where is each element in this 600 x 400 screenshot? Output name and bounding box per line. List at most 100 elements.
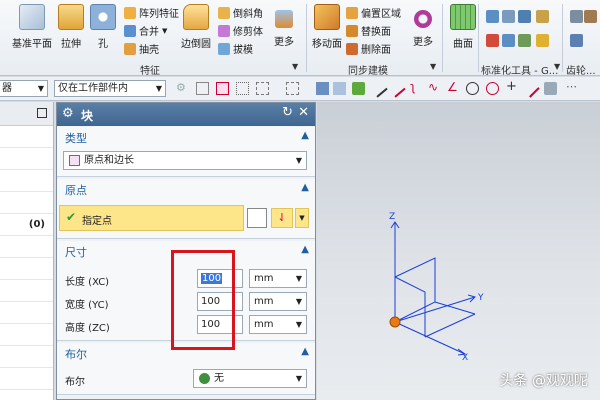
gear-tool-icon[interactable] — [584, 10, 597, 23]
midpoint-snap-icon[interactable] — [387, 79, 406, 98]
group-standard-expand-icon[interactable]: ▼ — [554, 62, 560, 71]
spline-snap-icon[interactable]: ∿ — [428, 80, 441, 94]
type-filter-combo[interactable]: 器 ▼ — [0, 80, 48, 97]
gear-icon[interactable]: ⚙ — [62, 106, 74, 121]
type-section-title: 类型 — [65, 132, 87, 145]
list-item[interactable] — [0, 346, 53, 368]
standard-tool-icon[interactable] — [536, 34, 549, 47]
boolean-select[interactable]: 无 ▼ — [193, 369, 307, 388]
list-item[interactable] — [0, 368, 53, 390]
graphics-viewport[interactable]: Z Y X 头条 @观观呢 — [317, 102, 600, 400]
chevron-down-icon[interactable]: ▼ — [295, 208, 309, 228]
shell-button[interactable]: 抽壳 — [124, 41, 159, 56]
list-item[interactable] — [0, 236, 53, 258]
snap-point-icon[interactable] — [352, 82, 365, 95]
pattern-feature-button[interactable]: 阵列特征 — [124, 5, 179, 20]
group-sync-expand-icon[interactable]: ▼ — [430, 62, 436, 71]
delete-face-icon — [346, 42, 358, 55]
specify-point-row[interactable]: ✔ 指定点 — [59, 205, 244, 231]
angle-snap-icon[interactable]: ∠ — [447, 80, 460, 94]
surface-button[interactable]: 曲面 — [450, 4, 476, 50]
surface-label: 曲面 — [453, 39, 473, 50]
maximize-icon[interactable] — [37, 108, 47, 118]
list-item[interactable] — [0, 126, 53, 148]
intersection-snap-icon[interactable]: + — [506, 79, 519, 94]
more-sync-button[interactable]: 更多 — [413, 4, 433, 48]
view-cube-icon[interactable] — [316, 82, 329, 95]
tangent-snap-icon[interactable] — [521, 79, 540, 98]
group-separator — [442, 4, 443, 72]
trim-body-button[interactable]: 修剪体 — [218, 23, 263, 38]
height-unit-select[interactable]: mm ▼ — [249, 315, 307, 334]
navigator-header — [0, 102, 53, 126]
edge-blend-label: 边倒圆 — [181, 39, 211, 50]
list-item[interactable] — [0, 170, 53, 192]
collapse-icon[interactable]: ▲ — [301, 130, 309, 141]
chamfer-button[interactable]: 倒斜角 — [218, 5, 263, 20]
more-features-label: 更多 — [274, 37, 294, 48]
selection-scope-combo[interactable]: 仅在工作部件内 ▼ — [54, 80, 166, 97]
unite-button[interactable]: 合并 ▼ — [124, 23, 167, 38]
standard-tool-icon[interactable] — [502, 34, 515, 47]
region-select-icon[interactable] — [286, 82, 299, 95]
type-section: 类型 ▲ 原点和边长 ▼ — [57, 127, 315, 177]
list-item[interactable] — [0, 324, 53, 346]
gear-tool-icon[interactable] — [570, 34, 583, 47]
extrude-button[interactable]: 拉伸 — [58, 4, 84, 50]
gear-tool-icon[interactable] — [570, 10, 583, 23]
collapse-icon[interactable]: ▲ — [301, 244, 309, 255]
edge-blend-button[interactable]: 边倒圆 — [181, 4, 211, 50]
collapse-icon[interactable]: ▲ — [301, 182, 309, 193]
x-axis-label: X — [462, 353, 468, 363]
block-type-select[interactable]: 原点和边长 ▼ — [63, 151, 307, 170]
origin-section-header[interactable]: 原点 ▲ — [57, 179, 315, 199]
more-features-button[interactable]: 更多 — [274, 4, 294, 48]
list-item[interactable] — [0, 148, 53, 170]
replace-face-button[interactable]: 替换面 — [346, 23, 391, 38]
selection-bar: 器 ▼ 仅在工作部件内 ▼ ⚙ ʅ ∿ ∠ + ⋯ — [0, 77, 600, 101]
lasso-select-icon[interactable] — [256, 82, 269, 95]
part-navigator: (0) — [0, 102, 54, 400]
list-item[interactable] — [0, 258, 53, 280]
standard-tool-icon[interactable] — [502, 10, 515, 23]
standard-tool-icon[interactable] — [486, 34, 499, 47]
select-box-icon[interactable] — [196, 82, 209, 95]
standard-tool-icon[interactable] — [518, 10, 531, 23]
filter-icon[interactable]: ⚙ — [176, 81, 189, 94]
unite-dropdown-icon[interactable]: ▼ — [162, 27, 167, 35]
curve-snap-icon[interactable]: ʅ — [410, 80, 423, 94]
boolean-section: 布尔 ▲ 布尔 无 ▼ — [57, 343, 315, 395]
collapse-icon[interactable]: ▲ — [301, 346, 309, 357]
face-snap-icon[interactable] — [544, 82, 557, 95]
type-section-header[interactable]: 类型 ▲ — [57, 127, 315, 147]
infer-point-icon[interactable]: ⇃ — [271, 208, 293, 228]
shaded-icon[interactable] — [333, 82, 346, 95]
list-item[interactable] — [0, 192, 53, 214]
width-unit-select[interactable]: mm ▼ — [249, 292, 307, 311]
draft-button[interactable]: 拔模 — [218, 41, 253, 56]
offset-region-button[interactable]: 偏置区域 — [346, 5, 401, 20]
hole-button[interactable]: 孔 — [90, 4, 116, 50]
list-item[interactable] — [0, 302, 53, 324]
list-item[interactable]: (0) — [0, 214, 53, 236]
close-icon[interactable]: ✕ — [298, 105, 309, 120]
quadrant-snap-icon[interactable] — [486, 82, 499, 95]
more-snap-icon[interactable]: ⋯ — [566, 80, 579, 93]
standard-tool-icon[interactable] — [536, 10, 549, 23]
length-unit-select[interactable]: mm ▼ — [249, 269, 307, 288]
standard-tool-icon[interactable] — [518, 34, 531, 47]
group-feature-expand-icon[interactable]: ▼ — [292, 62, 298, 71]
standard-tool-icon[interactable] — [486, 10, 499, 23]
specify-point-label: 指定点 — [82, 216, 112, 227]
rectangle-select-icon[interactable] — [236, 82, 249, 95]
move-face-button[interactable]: 移动面 — [312, 4, 342, 50]
length-label: 长度 (XC) — [65, 277, 110, 288]
snap-point-icon[interactable] — [216, 82, 229, 95]
delete-face-button[interactable]: 删除面 — [346, 41, 391, 56]
point-dialog-icon[interactable] — [247, 208, 267, 228]
line-snap-icon[interactable] — [369, 79, 388, 98]
list-item[interactable] — [0, 280, 53, 302]
center-snap-icon[interactable] — [466, 82, 479, 95]
datum-plane-button[interactable]: 基准平面 — [12, 4, 52, 50]
reset-icon[interactable]: ↻ — [282, 105, 293, 120]
